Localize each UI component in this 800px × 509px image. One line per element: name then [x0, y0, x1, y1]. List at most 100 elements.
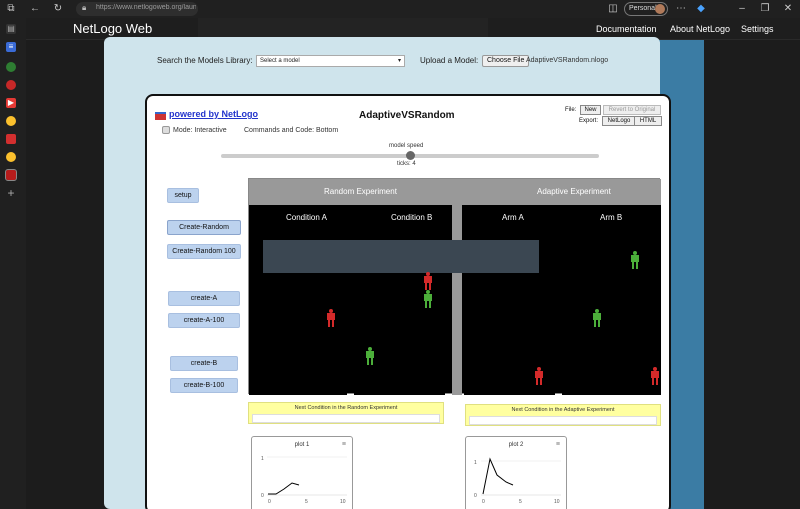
create-a-button[interactable]: create-A — [168, 291, 240, 306]
tab-docs-icon[interactable]: ≡ — [6, 42, 16, 52]
commands-position-text: Commands and Code: Bottom — [244, 127, 339, 134]
red-person-icon — [650, 367, 660, 385]
monitor-label: Next Condition in the Adaptive Experimen… — [511, 407, 615, 413]
x-tick-0: 0 — [482, 499, 485, 505]
x-tick-10: 10 — [554, 499, 560, 505]
tab-site-icon[interactable] — [6, 62, 16, 72]
split-screen-icon[interactable]: ◫ — [604, 0, 622, 18]
tab-site-icon[interactable] — [6, 134, 16, 144]
plot-2[interactable]: plot 2 ≡ 1 0 0 5 10 — [465, 436, 567, 509]
export-html-button[interactable]: HTML — [634, 116, 662, 126]
browser-toolbar: ⧉ ← ↻ 🔒︎ https://www.netlogoweb.org/laun… — [0, 0, 800, 18]
workspaces-icon[interactable]: ⧉ — [2, 0, 20, 18]
y-tick-1: 1 — [261, 456, 264, 462]
create-random-button[interactable]: Create-Random — [167, 220, 241, 235]
tab-site-icon[interactable] — [6, 116, 16, 126]
x-tick-5: 5 — [519, 499, 522, 505]
powered-by-link[interactable]: powered by NetLogo — [169, 109, 258, 119]
speed-label: model speed — [389, 143, 424, 149]
vertical-tab-strip: ▤ ≡ ▶ + — [0, 18, 24, 509]
random-next-monitor: Next Condition in the Random Experiment — [248, 402, 444, 424]
random-experiment-title: Random Experiment — [324, 187, 397, 196]
nav-settings[interactable]: Settings — [741, 24, 774, 34]
brand-title[interactable]: NetLogo Web — [73, 21, 152, 36]
file-name: AdaptiveVSRandom.nlogo — [526, 57, 609, 64]
condition-a-column — [249, 205, 347, 395]
x-tick-5: 5 — [305, 499, 308, 505]
red-person-icon — [326, 309, 336, 327]
minimize-icon[interactable]: – — [733, 0, 751, 18]
netlogo-logo-icon — [155, 112, 166, 120]
create-b-button[interactable]: create-B — [170, 356, 238, 371]
monitor-value — [469, 416, 657, 425]
overlay-box — [263, 240, 539, 273]
profile-label: Personal — [629, 5, 657, 12]
refresh-icon[interactable]: ↻ — [49, 0, 67, 18]
setup-button[interactable]: setup — [167, 188, 199, 203]
condition-b-label: Condition B — [391, 213, 433, 222]
green-person-icon — [365, 347, 375, 365]
avatar — [655, 4, 665, 14]
more-menu-icon[interactable]: ⋯ — [672, 0, 690, 18]
plot-1[interactable]: plot 1 ≡ 1 0 0 5 10 — [251, 436, 353, 509]
view-divider — [452, 179, 462, 395]
create-random-100-button[interactable]: Create-Random 100 — [167, 244, 241, 259]
arm-a-label: Arm A — [502, 213, 524, 222]
close-icon[interactable]: ✕ — [779, 0, 797, 18]
nav-documentation[interactable]: Documentation — [596, 24, 657, 34]
tab-video-icon[interactable]: ▶ — [6, 98, 16, 108]
x-tick-0: 0 — [268, 499, 271, 505]
library-row: Search the Models Library: Select a mode… — [104, 55, 660, 69]
url-text: https://www.netlogoweb.org/launch — [96, 4, 196, 11]
nav-about[interactable]: About NetLogo — [670, 24, 730, 34]
monitor-label: Next Condition in the Random Experiment — [294, 405, 398, 411]
arm-b-label: Arm B — [600, 213, 623, 222]
tab-netlogo-icon[interactable] — [5, 169, 17, 181]
plot-1-line — [268, 482, 300, 495]
create-b-100-button[interactable]: create-B-100 — [170, 378, 238, 393]
plot-2-chart: 1 0 0 5 10 — [474, 457, 561, 505]
speed-slider[interactable] — [221, 151, 599, 160]
plot-2-line — [482, 457, 514, 495]
y-tick-1: 1 — [474, 460, 477, 466]
export-netlogo-button[interactable]: NetLogo — [602, 116, 636, 126]
world-view[interactable]: Random Experiment Adaptive Experiment Co… — [248, 178, 661, 395]
profile-button[interactable]: Personal — [624, 2, 668, 16]
restore-icon[interactable]: ❐ — [756, 0, 774, 18]
monitor-value — [252, 414, 440, 423]
model-title: AdaptiveVSRandom — [359, 110, 455, 121]
choose-file-button[interactable]: Choose File — [482, 55, 530, 67]
red-person-icon — [423, 272, 433, 290]
adaptive-experiment-title: Adaptive Experiment — [537, 187, 611, 196]
search-library-label: Search the Models Library: — [157, 56, 253, 65]
create-a-100-button[interactable]: create-A-100 — [168, 313, 240, 328]
y-tick-0: 0 — [261, 493, 264, 499]
plot-1-chart: 1 0 0 5 10 — [261, 456, 347, 505]
file-label: File: — [565, 107, 577, 113]
green-person-icon — [592, 309, 602, 327]
model-select[interactable]: Select a model ▾ — [256, 55, 405, 67]
red-person-icon — [534, 367, 544, 385]
tab-panel-icon[interactable]: ▤ — [6, 24, 16, 34]
new-tab-icon[interactable]: + — [6, 187, 16, 199]
address-bar[interactable]: 🔒︎ https://www.netlogoweb.org/launch — [76, 2, 198, 16]
copilot-icon[interactable]: ◆ — [692, 0, 710, 18]
chevron-down-icon: ▾ — [397, 58, 401, 64]
export-label: Export: — [579, 118, 599, 124]
green-person-icon — [630, 251, 640, 269]
lock-icon[interactable] — [162, 126, 170, 134]
overlay-bar — [198, 18, 488, 38]
adaptive-next-monitor: Next Condition in the Adaptive Experimen… — [465, 404, 661, 426]
green-person-icon — [423, 290, 433, 308]
mode-text: Mode: Interactive — [173, 127, 227, 134]
condition-a-label: Condition A — [286, 213, 327, 222]
back-icon[interactable]: ← — [26, 0, 44, 18]
x-tick-10: 10 — [340, 499, 346, 505]
revert-button[interactable]: Revert to Original — [603, 105, 661, 115]
speed-slider-thumb[interactable] — [406, 151, 415, 160]
y-tick-0: 0 — [474, 493, 477, 499]
lock-icon: 🔒︎ — [82, 3, 87, 12]
new-button[interactable]: New — [580, 105, 601, 115]
tab-site-icon[interactable] — [6, 80, 16, 90]
tab-site-icon[interactable] — [6, 152, 16, 162]
